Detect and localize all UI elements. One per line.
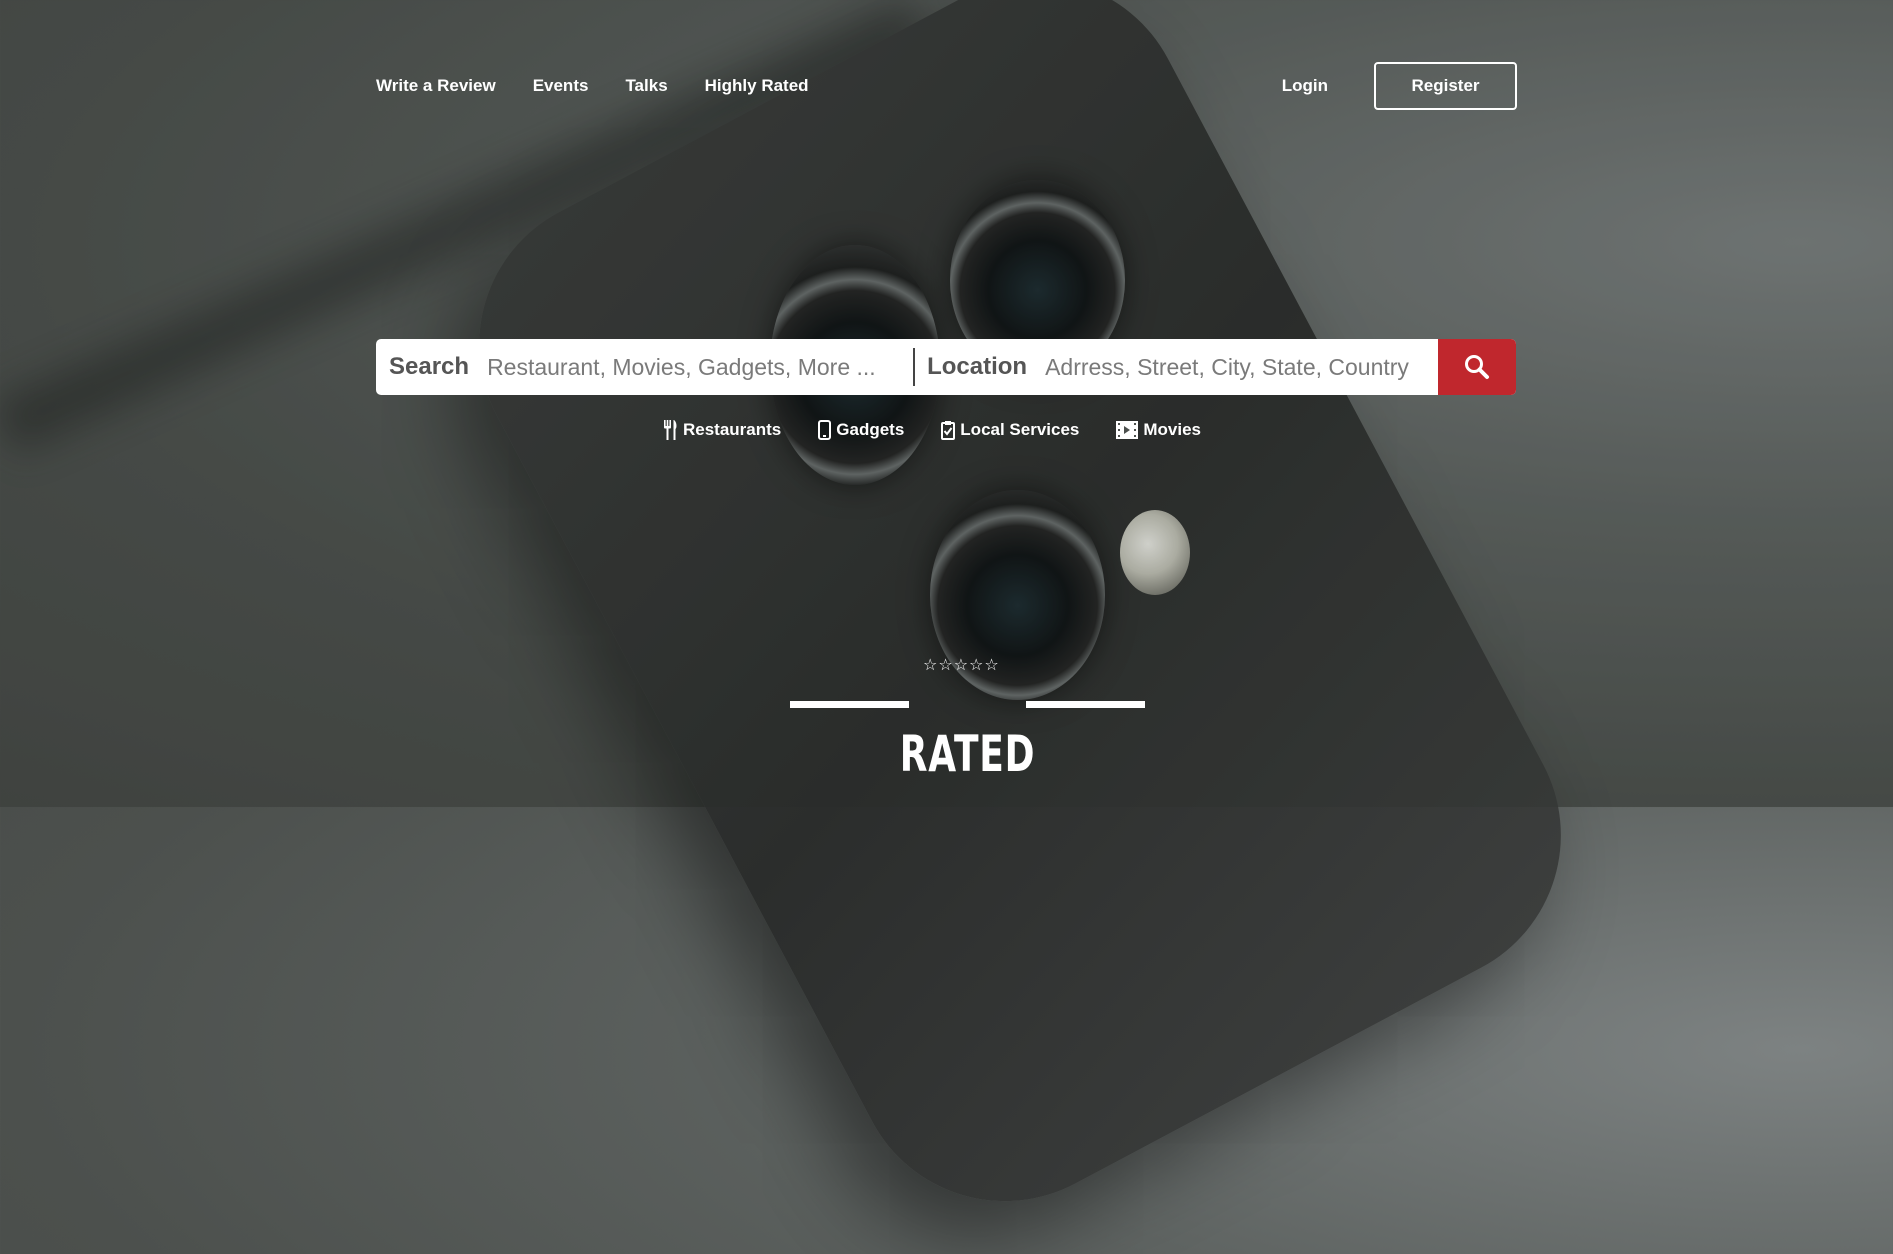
category-restaurants[interactable]: Restaurants xyxy=(663,420,781,440)
nav-links: Write a Review Events Talks Highly Rated xyxy=(376,76,846,96)
category-restaurants-label: Restaurants xyxy=(683,420,782,439)
clipboard-check-icon xyxy=(941,421,956,440)
auth-links: Login Register xyxy=(1282,62,1517,110)
logo-wordmark: RATED xyxy=(899,725,1036,783)
category-movies[interactable]: Movies xyxy=(1116,420,1201,440)
nav-link-talks[interactable]: Talks xyxy=(625,76,667,96)
register-button[interactable]: Register xyxy=(1374,62,1517,110)
category-links: Restaurants Gadgets Local Services Movie… xyxy=(663,420,1238,440)
search-button[interactable] xyxy=(1438,339,1516,395)
login-link[interactable]: Login xyxy=(1282,76,1328,96)
logo-bar-right xyxy=(1026,701,1145,708)
search-input[interactable] xyxy=(485,352,902,382)
category-local-services-label: Local Services xyxy=(960,420,1080,439)
search-divider xyxy=(913,348,916,386)
category-gadgets[interactable]: Gadgets xyxy=(818,420,904,440)
mobile-icon xyxy=(818,420,832,440)
nav-link-highly-rated[interactable]: Highly Rated xyxy=(705,76,809,96)
search-bar: Search Location xyxy=(376,339,1516,395)
location-label: Location xyxy=(927,353,1028,380)
category-local-services[interactable]: Local Services xyxy=(941,420,1079,440)
category-movies-label: Movies xyxy=(1143,420,1202,439)
search-icon xyxy=(1465,355,1489,379)
rated-logo: ☆☆☆☆☆ RATED xyxy=(790,655,1145,785)
location-input[interactable] xyxy=(1043,352,1448,382)
nav-link-events[interactable]: Events xyxy=(533,76,589,96)
nav-link-write-review[interactable]: Write a Review xyxy=(376,76,496,96)
logo-bar-left xyxy=(790,701,909,708)
top-nav: Write a Review Events Talks Highly Rated… xyxy=(376,62,1517,112)
search-label: Search xyxy=(389,353,470,380)
film-icon xyxy=(1116,421,1139,439)
category-gadgets-label: Gadgets xyxy=(836,420,905,439)
rating-stars: ☆☆☆☆☆ xyxy=(923,657,1000,674)
fork-knife-icon xyxy=(664,420,677,440)
